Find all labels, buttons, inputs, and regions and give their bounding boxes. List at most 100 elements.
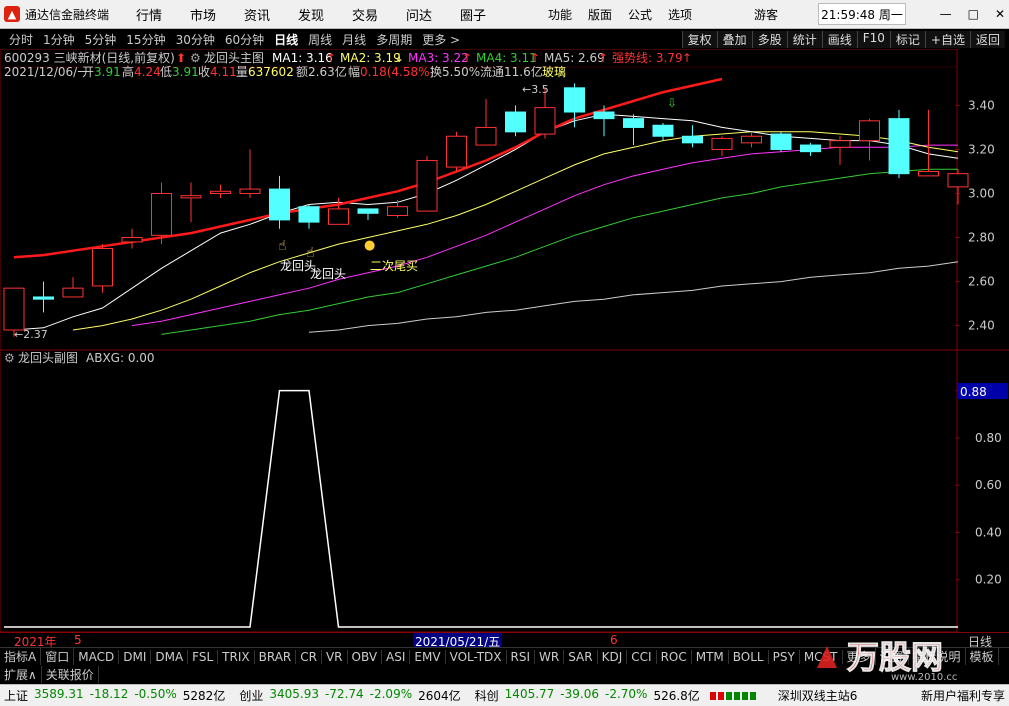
period-tab-2[interactable]: 5分钟 bbox=[80, 31, 122, 48]
menu-item-3[interactable]: 发现 bbox=[284, 5, 338, 24]
indicator-tab-19[interactable]: ROC bbox=[657, 649, 692, 664]
candle bbox=[947, 169, 969, 205]
period-tab-8[interactable]: 月线 bbox=[337, 31, 371, 48]
sub-header: ⚙ 龙回头副图 ABXG: 0.00 bbox=[4, 351, 155, 365]
candle-body bbox=[534, 107, 556, 135]
period-tab-5[interactable]: 60分钟 bbox=[220, 31, 269, 48]
chart-area[interactable]: 600293 三峡新材(日线,前复权) ⬆ ⚙ 龙回头主图 MA1: 3.16 … bbox=[0, 49, 1009, 632]
menu-item-1[interactable]: 市场 bbox=[176, 5, 230, 24]
candle-body bbox=[328, 208, 349, 225]
candle bbox=[269, 175, 290, 229]
menu-item-4[interactable]: 交易 bbox=[338, 5, 392, 24]
quote-line: 2021/12/06/一 开3.91 高4.24 低3.91 收4.11 量63… bbox=[4, 64, 566, 79]
menu-item-0[interactable]: 行情 bbox=[122, 5, 176, 24]
period-tab-1[interactable]: 1分钟 bbox=[38, 31, 80, 48]
period-tab-6[interactable]: 日线 bbox=[269, 31, 303, 48]
menu-item-6[interactable]: 圈子 bbox=[446, 5, 500, 24]
tdx-logo-icon: ▲ bbox=[4, 6, 20, 22]
menu-item-2[interactable]: 资讯 bbox=[230, 5, 284, 24]
ext-tab-1[interactable]: 关联报价 bbox=[42, 665, 99, 683]
indicator-tab-4[interactable]: DMA bbox=[151, 649, 189, 664]
period-tab-4[interactable]: 30分钟 bbox=[171, 31, 220, 48]
minimize-icon[interactable]: — bbox=[940, 7, 952, 21]
tool-button-0[interactable]: 复权 bbox=[681, 30, 717, 48]
candle bbox=[151, 182, 172, 245]
indicator-tab-3[interactable]: DMI bbox=[119, 649, 152, 664]
indicator-tab-13[interactable]: VOL-TDX bbox=[446, 649, 507, 664]
indicator-tab-6[interactable]: TRIX bbox=[218, 649, 255, 664]
indicator-tab-21[interactable]: BOLL bbox=[729, 649, 769, 664]
window-controls: — □ ✕ bbox=[940, 7, 1005, 21]
candle-body bbox=[623, 118, 644, 128]
candle-body bbox=[92, 248, 113, 287]
period-tab-7[interactable]: 周线 bbox=[303, 31, 337, 48]
indicator-tab-5[interactable]: FSL bbox=[188, 649, 219, 664]
menu-item-5[interactable]: 问达 bbox=[392, 5, 446, 24]
index-star[interactable]: 科创 1405.77 -39.06 -2.70% 526.8亿 bbox=[471, 687, 700, 704]
func-menu-item-0[interactable]: 功能 bbox=[540, 6, 580, 23]
candle bbox=[682, 125, 703, 148]
candle bbox=[446, 131, 467, 172]
func-menu-item-3[interactable]: 选项 bbox=[660, 6, 700, 23]
candle-body bbox=[33, 296, 54, 300]
clock: 21:59:48 周一 bbox=[818, 3, 906, 25]
quote-close: 4.11 bbox=[210, 65, 237, 79]
indicator-tab-20[interactable]: MTM bbox=[692, 649, 729, 664]
indicator-tab-11[interactable]: ASI bbox=[382, 649, 411, 664]
tool-button-5[interactable]: F10 bbox=[856, 30, 890, 48]
indicator-tab-8[interactable]: CR bbox=[296, 649, 322, 664]
ma1-label: MA1: 3.16 bbox=[272, 51, 333, 65]
indicator-tab-2[interactable]: MACD bbox=[74, 649, 120, 664]
candle bbox=[593, 105, 615, 137]
sub-settings-icon: ⚙ bbox=[4, 351, 15, 365]
func-menu-item-1[interactable]: 版面 bbox=[580, 6, 620, 23]
indicator-tab-22[interactable]: PSY bbox=[769, 649, 800, 664]
func-menu-item-2[interactable]: 公式 bbox=[620, 6, 660, 23]
tool-button-1[interactable]: 叠加 bbox=[716, 30, 752, 48]
candle bbox=[741, 131, 762, 148]
strong-line-label: 强势线: 3.79 bbox=[612, 51, 683, 65]
price-tick-label: 3.40 bbox=[968, 98, 995, 112]
period-tab-9[interactable]: 多周期 bbox=[371, 31, 417, 48]
indicator-tab-18[interactable]: CCI bbox=[627, 649, 657, 664]
indicator-tab-15[interactable]: WR bbox=[535, 649, 565, 664]
tool-button-6[interactable]: 标记 bbox=[889, 30, 925, 48]
indicator-tab-12[interactable]: EMV bbox=[410, 649, 446, 664]
candle-body bbox=[800, 144, 821, 153]
index-chinext[interactable]: 创业 3405.93 -72.74 -2.09% 2604亿 bbox=[235, 687, 460, 704]
candle bbox=[711, 136, 733, 157]
indicator-tab-10[interactable]: OBV bbox=[348, 649, 383, 664]
period-tab-10[interactable]: 更多 > bbox=[417, 31, 465, 48]
guest-login[interactable]: 游客 bbox=[754, 6, 778, 23]
ma2-label: MA2: 3.19 bbox=[340, 51, 401, 65]
indicator-tab-17[interactable]: KDJ bbox=[598, 649, 628, 664]
indicator-tab-0[interactable]: 指标A bbox=[0, 648, 42, 665]
candle bbox=[298, 204, 320, 229]
close-icon[interactable]: ✕ bbox=[995, 7, 1005, 21]
candle bbox=[505, 105, 526, 137]
tool-button-3[interactable]: 统计 bbox=[786, 30, 822, 48]
server-name[interactable]: 深圳双线主站6 bbox=[778, 687, 858, 704]
up-arrow-icon: ⬆ bbox=[176, 51, 186, 65]
watermark-url: www.2010.cc bbox=[891, 672, 957, 683]
indicator-tab-9[interactable]: VR bbox=[322, 649, 348, 664]
tool-button-4[interactable]: 画线 bbox=[821, 30, 857, 48]
period-tab-3[interactable]: 15分钟 bbox=[121, 31, 170, 48]
index-shanghai[interactable]: 上证 3589.31 -18.12 -0.50% 5282亿 bbox=[0, 687, 225, 704]
indicator-tab-14[interactable]: RSI bbox=[507, 649, 536, 664]
sub-current-value: 0.88 bbox=[960, 385, 987, 399]
period-tab-0[interactable]: 分时 bbox=[4, 31, 38, 48]
tool-button-8[interactable]: 返回 bbox=[969, 30, 1005, 48]
indicator-tab-16[interactable]: SAR bbox=[564, 649, 598, 664]
kline-chart-svg[interactable]: 600293 三峡新材(日线,前复权) ⬆ ⚙ 龙回头主图 MA1: 3.16 … bbox=[0, 49, 1009, 632]
tool-button-2[interactable]: 多股 bbox=[751, 30, 787, 48]
indicator-tab-1[interactable]: 窗口 bbox=[41, 648, 75, 665]
ext-tab-0[interactable]: 扩展∧ bbox=[0, 665, 42, 683]
promo-link[interactable]: 新用户福利专享 bbox=[921, 687, 1005, 704]
sub-tick-label: 0.20 bbox=[975, 573, 1002, 587]
indicator-tab-7[interactable]: BRAR bbox=[255, 649, 297, 664]
watermark: 万股网 www.2010.cc bbox=[805, 628, 1005, 684]
tool-button-7[interactable]: +自选 bbox=[924, 30, 970, 48]
maximize-icon[interactable]: □ bbox=[968, 7, 979, 21]
price-tick-label: 2.40 bbox=[968, 319, 995, 333]
